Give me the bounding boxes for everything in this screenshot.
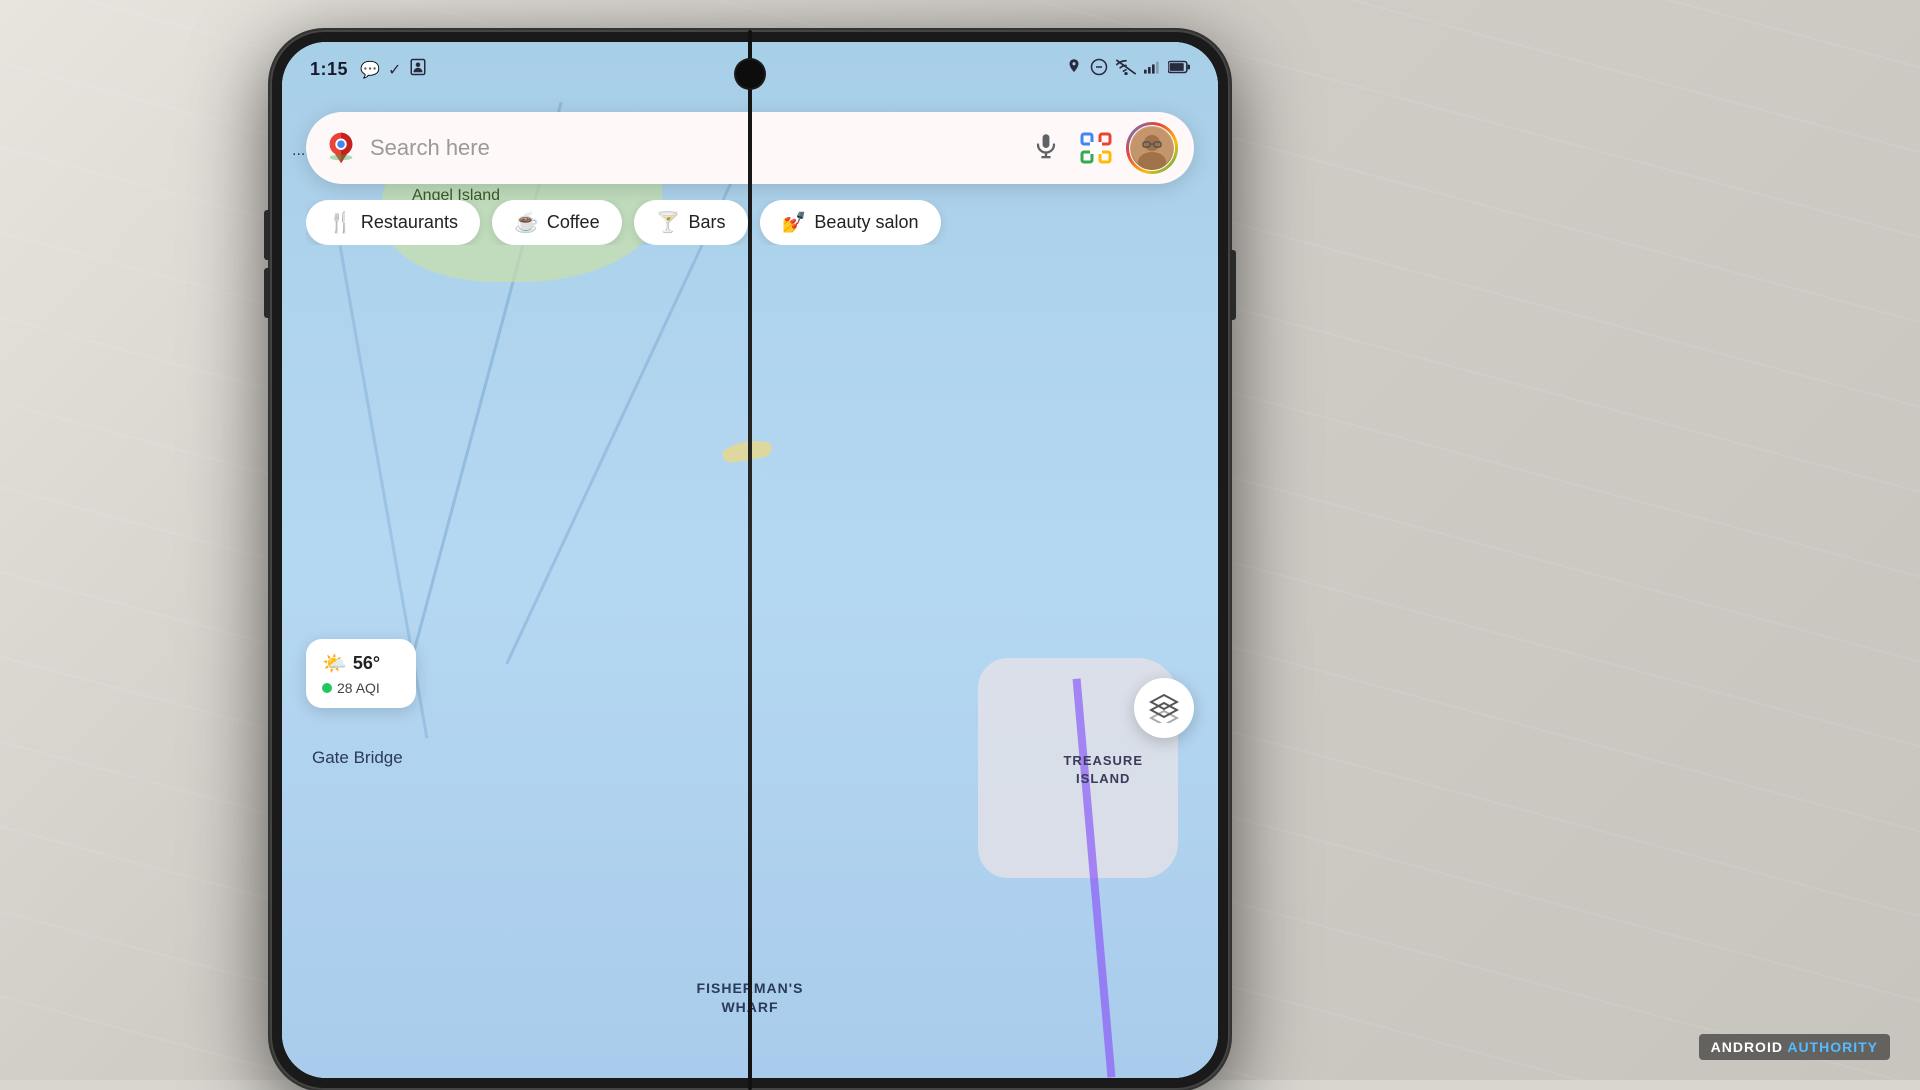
vol-up-button[interactable] [264,210,270,260]
map-label-gate-bridge: Gate Bridge [312,748,403,768]
restaurants-icon: 🍴 [328,210,353,235]
user-avatar-image [1130,126,1174,170]
fold-crease [748,30,752,1090]
status-notification-icons: 💬 ✓ [360,58,427,81]
layers-button[interactable] [1134,678,1194,738]
message-icon: 💬 [360,60,380,80]
dnd-icon [1090,58,1108,81]
weather-aqi: 28 AQI [322,680,400,696]
weather-temp-value: 56° [353,653,380,674]
signal-icon [1144,59,1160,80]
pill-restaurants[interactable]: 🍴 Restaurants [306,200,480,245]
lens-search-button[interactable] [1076,128,1116,168]
watermark: ANDROID AUTHORITY [1699,1034,1890,1060]
pill-beauty-label: Beauty salon [814,212,918,233]
location-icon [1066,58,1082,81]
beauty-icon: 💅 [782,210,807,235]
vol-down-button[interactable] [264,268,270,318]
weather-temperature: 🌤️ 56° [322,651,400,676]
status-right-icons [1066,58,1190,81]
check-icon: ✓ [388,60,401,80]
contact-icon [409,58,427,81]
status-time: 1:15 [310,59,348,80]
weather-icon: 🌤️ [322,651,347,676]
front-camera [736,60,764,88]
pill-bars[interactable]: 🍸 Bars [634,200,748,245]
pill-bars-label: Bars [689,212,726,233]
volume-buttons [264,210,270,318]
search-actions [1026,122,1178,174]
pill-coffee-label: Coffee [547,212,600,233]
watermark-brand: ANDROID [1711,1039,1783,1055]
status-left: 1:15 💬 ✓ [310,58,427,81]
pill-restaurants-label: Restaurants [361,212,458,233]
aqi-indicator [322,683,332,693]
phone-device: ...buron Angel Island Gate Bridge FISHER… [270,30,1230,1090]
pill-beauty[interactable]: 💅 Beauty salon [760,200,941,245]
weather-widget[interactable]: 🌤️ 56° 28 AQI [306,639,416,708]
user-avatar-button[interactable] [1126,122,1178,174]
voice-search-button[interactable] [1026,128,1066,168]
coffee-icon: ☕ [514,210,539,235]
power-button[interactable] [1230,250,1236,320]
aqi-value: 28 AQI [337,680,380,696]
wifi-icon [1116,59,1136,80]
pill-coffee[interactable]: ☕ Coffee [492,200,622,245]
search-placeholder[interactable]: Search here [370,135,1016,161]
bars-icon: 🍸 [656,210,681,235]
phone-shell: ...buron Angel Island Gate Bridge FISHER… [270,30,1230,1090]
category-pills: 🍴 Restaurants ☕ Coffee 🍸 Bars 💅 Beauty s… [306,200,1218,245]
watermark-suffix: AUTHORITY [1787,1039,1878,1055]
battery-icon [1168,60,1190,79]
google-maps-logo [322,129,360,167]
map-label-treasure-island: TREASURE ISLAND [1063,752,1143,788]
